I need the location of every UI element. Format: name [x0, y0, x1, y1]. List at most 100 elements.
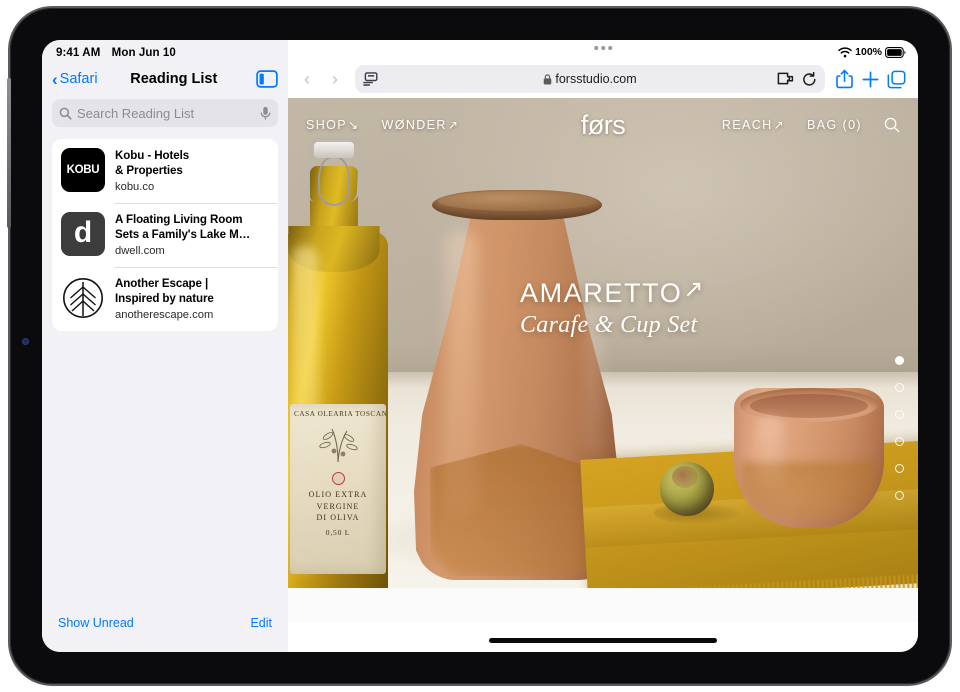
nav-reach-label: REACH [721, 118, 773, 132]
carousel-dot-4[interactable] [895, 437, 904, 446]
title-line-2: Inspired by nature [115, 292, 214, 306]
microphone-icon[interactable] [260, 106, 271, 121]
web-page-content: CASA OLEARIA TOSCANA OLIO EXTRA VERGINE … [288, 98, 918, 622]
plus-icon [861, 70, 879, 88]
tab-overview-icon [887, 70, 905, 88]
list-item[interactable]: KOBU Kobu - Hotels & Properties kobu.co [52, 139, 278, 203]
search-input[interactable] [72, 105, 260, 121]
share-icon [835, 69, 853, 89]
page-below-fold [288, 588, 918, 622]
browser-pane: 100% ‹ › forsstudio.com CASA OLEARIA TOS… [288, 40, 918, 652]
chevron-left-icon: ‹ [52, 69, 58, 89]
hero-banner: CASA OLEARIA TOSCANA OLIO EXTRA VERGINE … [288, 98, 918, 588]
search-reading-list-field[interactable] [52, 99, 278, 127]
carousel-dot-2[interactable] [895, 383, 904, 392]
sidebar-toggle-icon[interactable] [256, 70, 278, 88]
terracotta-cup [734, 388, 884, 528]
site-brand-logo[interactable]: førs [581, 111, 626, 139]
nav-right-group: REACH ↗ BAG (0) [625, 117, 900, 133]
share-button[interactable] [832, 66, 856, 92]
carousel-dot-3[interactable] [895, 410, 904, 419]
title-line-2: Sets a Family's Lake M… [115, 227, 251, 241]
sidebar-footer: Show Unread Edit [42, 616, 288, 652]
device-frame: 9:41 AM Mon Jun 10 ‹ Safari Reading List [7, 8, 950, 684]
side-sensor-dot [22, 338, 29, 345]
nav-left-group: SHOP ↘ WØNDER ↗ [306, 118, 581, 132]
status-bar-right: 100% [838, 46, 906, 58]
list-item[interactable]: Another Escape | Inspired by nature anot… [52, 267, 278, 331]
thumbnail-letter: d [73, 215, 93, 249]
site-navigation: SHOP ↘ WØNDER ↗ førs REACH ↗ BAG (0) [288, 98, 918, 152]
address-bar-actions [777, 71, 817, 87]
reading-list: KOBU Kobu - Hotels & Properties kobu.co … [52, 139, 278, 332]
carousel-pagination [895, 356, 904, 500]
list-item-text: A Floating Living Room Sets a Family's L… [115, 212, 268, 258]
status-bar-left: 9:41 AM Mon Jun 10 [42, 40, 288, 59]
browser-toolbar: ‹ › forsstudio.com [288, 60, 918, 98]
address-bar[interactable]: forsstudio.com [355, 65, 825, 93]
hero-title: AMARETTO ↗ [520, 276, 706, 308]
fig-fruit [660, 462, 714, 516]
arrow-up-right-icon: ↗ [773, 118, 786, 132]
list-item-title: A Floating Living Room Sets a Family's L… [115, 213, 268, 243]
multitasking-dots-icon[interactable] [594, 46, 612, 50]
list-item-url: dwell.com [115, 244, 165, 257]
list-item[interactable]: d A Floating Living Room Sets a Family's… [52, 203, 278, 267]
carousel-dot-1[interactable] [895, 356, 904, 365]
url-text: forsstudio.com [555, 72, 637, 86]
title-line-2: & Properties [115, 163, 183, 177]
nav-link-bag[interactable]: BAG (0) [807, 118, 862, 132]
screen: 9:41 AM Mon Jun 10 ‹ Safari Reading List [42, 40, 918, 652]
hero-subtitle: Carafe & Cup Set [520, 312, 698, 338]
site-thumbnail: KOBU [61, 148, 105, 192]
site-thumbnail: d [61, 212, 105, 257]
hero-title-text: AMARETTO [520, 278, 683, 308]
arrow-down-right-icon: ↘ [348, 118, 360, 132]
leaf-logo-icon [62, 278, 104, 319]
title-line-1: Another Escape | [115, 277, 209, 291]
nav-link-reach[interactable]: REACH ↗ [722, 118, 785, 132]
tab-overview-button[interactable] [884, 66, 908, 92]
arrow-up-right-icon: ↗ [683, 276, 706, 303]
status-time: 9:41 AM [56, 47, 101, 59]
extension-puzzle-icon[interactable] [777, 72, 794, 87]
list-item-url: anotherescape.com [115, 308, 214, 321]
list-item-url: kobu.co [115, 180, 155, 193]
page-settings-icon[interactable] [363, 72, 379, 86]
status-date: Mon Jun 10 [111, 47, 176, 59]
list-item-title: Another Escape | Inspired by nature [115, 277, 268, 307]
show-unread-button[interactable]: Show Unread [58, 616, 134, 630]
battery-full-icon [885, 46, 906, 58]
list-item-text: Another Escape | Inspired by nature anot… [115, 276, 268, 322]
nav-link-shop[interactable]: SHOP ↘ [306, 118, 360, 132]
carousel-dot-6[interactable] [895, 491, 904, 500]
site-thumbnail [61, 276, 105, 321]
list-item-title: Kobu - Hotels & Properties [115, 149, 268, 179]
forward-button[interactable]: › [322, 66, 348, 92]
page-title: Reading List [130, 71, 218, 87]
back-button[interactable]: ‹ [294, 66, 320, 92]
title-line-1: A Floating Living Room [115, 213, 243, 227]
search-icon [59, 107, 72, 120]
olive-sprig-illustration [319, 428, 358, 463]
reading-list-sidebar: 9:41 AM Mon Jun 10 ‹ Safari Reading List [42, 40, 288, 652]
url-display: forsstudio.com [355, 72, 825, 86]
carousel-dot-5[interactable] [895, 464, 904, 473]
edit-button[interactable]: Edit [250, 616, 272, 630]
lock-icon [544, 73, 552, 84]
olive-oil-bottle: CASA OLEARIA TOSCANA OLIO EXTRA VERGINE … [288, 136, 388, 588]
hero-caption[interactable]: AMARETTO ↗ Carafe & Cup Set [520, 276, 706, 339]
search-icon[interactable] [884, 117, 900, 133]
nav-link-wonder[interactable]: WØNDER ↗ [382, 118, 460, 132]
reload-icon[interactable] [802, 71, 817, 87]
new-tab-button[interactable] [858, 66, 882, 92]
home-indicator[interactable] [489, 638, 717, 643]
arrow-up-right-icon: ↗ [447, 118, 460, 132]
list-item-text: Kobu - Hotels & Properties kobu.co [115, 148, 268, 194]
thumbnail-wordmark: KOBU [66, 164, 100, 176]
nav-shop-label: SHOP [306, 118, 348, 132]
battery-percent-label: 100% [855, 46, 882, 58]
wifi-icon [838, 46, 852, 57]
bottle-label: CASA OLEARIA TOSCANA OLIO EXTRA VERGINE … [290, 404, 386, 574]
